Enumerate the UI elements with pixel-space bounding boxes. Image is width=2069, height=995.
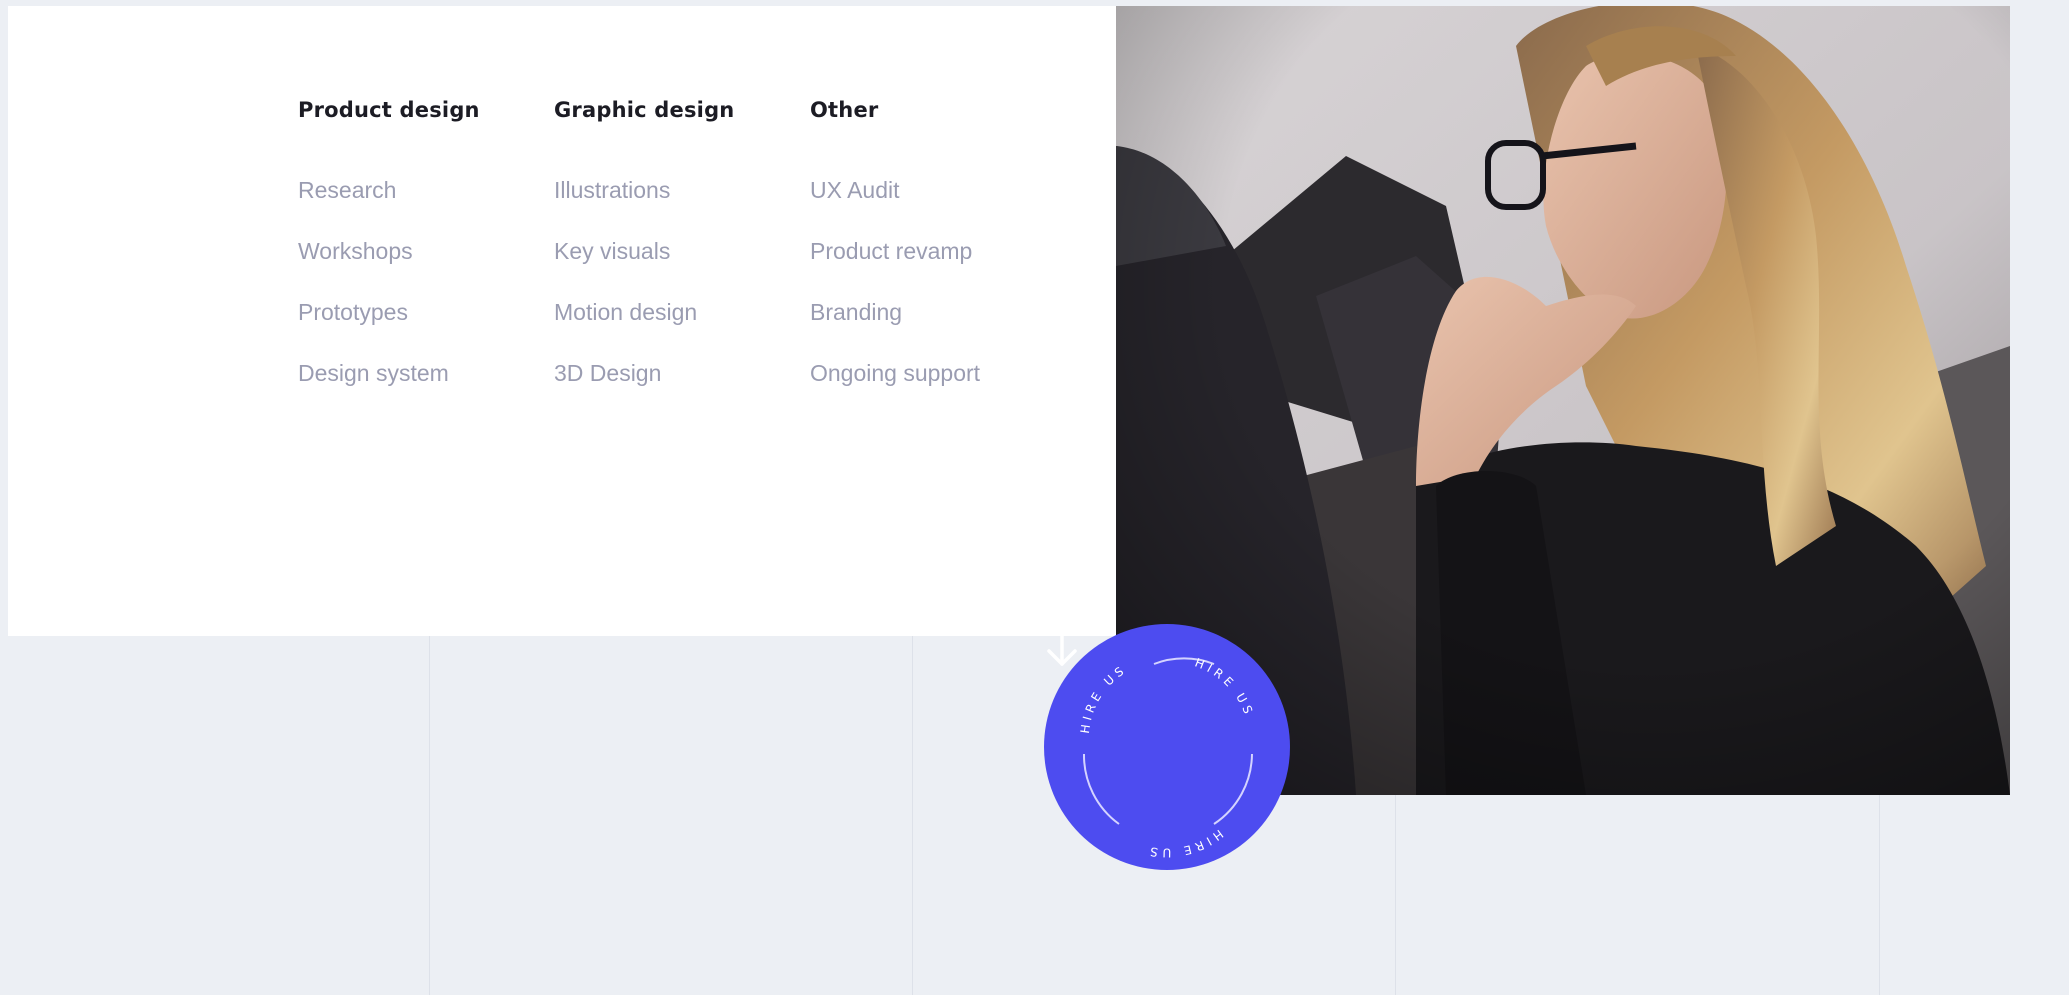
service-link-3d-design[interactable]: 3D Design [554, 358, 810, 388]
services-column-graphic-design: Graphic design Illustrations Key visuals… [554, 95, 810, 419]
page: Product design Research Workshops Protot… [0, 0, 2069, 995]
service-link-design-system[interactable]: Design system [298, 358, 554, 388]
service-link-key-visuals[interactable]: Key visuals [554, 236, 810, 266]
grid-divider [429, 636, 430, 995]
grid-divider [1879, 795, 1880, 995]
service-link-research[interactable]: Research [298, 175, 554, 205]
badge-ring: HIRE US HIRE US HIRE US [1078, 656, 1257, 860]
services-column-other: Other UX Audit Product revamp Branding O… [810, 95, 1050, 419]
service-link-product-revamp[interactable]: Product revamp [810, 236, 1050, 266]
service-link-workshops[interactable]: Workshops [298, 236, 554, 266]
arrow-down-icon [1047, 626, 1077, 666]
badge-text-top-right: HIRE US [1193, 656, 1257, 720]
column-title: Other [810, 98, 879, 122]
column-title: Product design [298, 98, 480, 122]
service-link-branding[interactable]: Branding [810, 297, 1050, 327]
grid-divider [1395, 795, 1396, 995]
services-menu: Product design Research Workshops Protot… [298, 95, 1050, 419]
badge-text-top-left: HIRE US [1078, 662, 1130, 734]
service-link-illustrations[interactable]: Illustrations [554, 175, 810, 205]
grid-divider [912, 636, 913, 995]
column-title: Graphic design [554, 98, 735, 122]
services-column-product-design: Product design Research Workshops Protot… [298, 95, 554, 419]
service-link-ux-audit[interactable]: UX Audit [810, 175, 1050, 205]
service-link-prototypes[interactable]: Prototypes [298, 297, 554, 327]
service-link-motion-design[interactable]: Motion design [554, 297, 810, 327]
service-link-ongoing-support[interactable]: Ongoing support [810, 358, 1050, 388]
badge-text-bottom: HIRE US [1145, 827, 1226, 860]
hire-us-badge[interactable]: HIRE US HIRE US HIRE US [1044, 624, 1290, 870]
